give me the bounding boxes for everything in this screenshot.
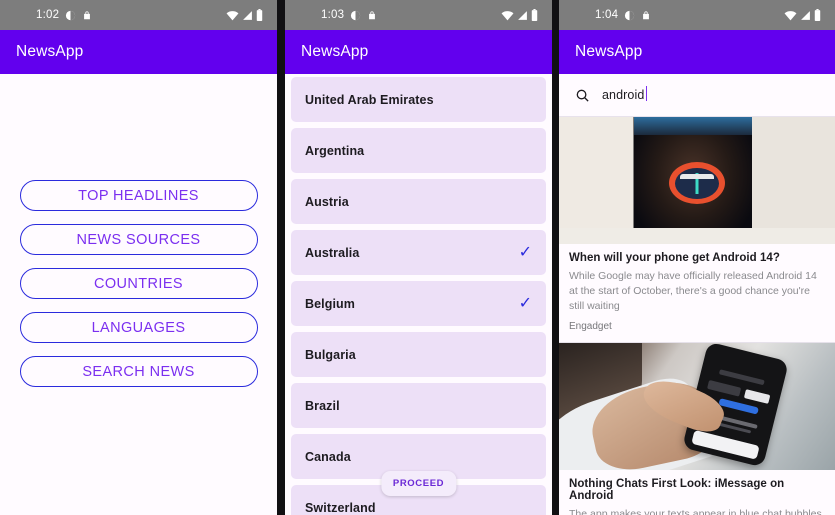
article-description: The app makes your texts appear in blue … <box>569 507 822 515</box>
country-name: Switzerland <box>305 500 376 515</box>
list-item[interactable]: Argentina ✓ <box>291 128 546 173</box>
phone-screen-countries: 1:03 NewsApp United Arab Emirates Argent… <box>285 0 552 515</box>
search-news-button[interactable]: SEARCH NEWS <box>19 356 258 387</box>
country-name: Brazil <box>305 398 340 413</box>
wifi-icon <box>226 10 239 21</box>
clock-icon <box>65 10 76 21</box>
list-item[interactable]: Brazil ✓ <box>291 383 546 428</box>
country-name: United Arab Emirates <box>305 92 434 107</box>
list-item[interactable]: Australia ✓ <box>291 230 546 275</box>
shopping-bag-icon <box>82 10 92 21</box>
battery-icon <box>531 9 538 21</box>
app-bar: NewsApp <box>559 30 835 74</box>
screenshot-root: 1:02 NewsApp TOP HEADLINES NEWS SOURCES … <box>0 0 835 515</box>
clock-icon <box>624 10 635 21</box>
search-results-body: android When will your phone get Android… <box>559 74 835 515</box>
status-bar-right <box>501 9 538 21</box>
article-image <box>559 342 835 470</box>
article-title[interactable]: Nothing Chats First Look: iMessage on An… <box>569 478 825 502</box>
app-bar: NewsApp <box>0 30 277 74</box>
signal-icon <box>242 10 253 21</box>
article-text: Nothing Chats First Look: iMessage on An… <box>559 470 835 515</box>
status-bar-right <box>784 9 821 21</box>
article-title[interactable]: When will your phone get Android 14? <box>569 252 825 264</box>
status-bar-left: 1:02 <box>36 9 92 21</box>
article-text: When will your phone get Android 14? Whi… <box>559 244 835 342</box>
status-bar-left: 1:03 <box>321 9 377 21</box>
list-item[interactable]: Bulgaria ✓ <box>291 332 546 377</box>
countries-button[interactable]: COUNTRIES <box>19 268 258 299</box>
check-icon: ✓ <box>518 243 532 261</box>
search-icon[interactable] <box>575 88 590 103</box>
list-item[interactable]: United Arab Emirates ✓ <box>291 77 546 122</box>
app-title: NewsApp <box>16 43 84 60</box>
wifi-icon <box>501 10 514 21</box>
screen-divider <box>277 0 285 515</box>
status-bar: 1:02 <box>0 0 277 30</box>
battery-icon <box>256 9 263 21</box>
app-title: NewsApp <box>301 43 369 60</box>
status-bar: 1:04 <box>559 0 835 30</box>
status-bar-time: 1:02 <box>36 9 60 21</box>
android-14-badge-icon <box>669 162 725 205</box>
phone-screen-search: 1:04 NewsApp android When will your phon… <box>559 0 835 515</box>
shopping-bag-icon <box>367 10 377 21</box>
article-image <box>559 117 835 244</box>
country-name: Canada <box>305 449 351 464</box>
app-bar: NewsApp <box>285 30 552 74</box>
status-bar-time: 1:04 <box>595 9 619 21</box>
phone-screen-menu: 1:02 NewsApp TOP HEADLINES NEWS SOURCES … <box>0 0 277 515</box>
menu-body: TOP HEADLINES NEWS SOURCES COUNTRIES LAN… <box>0 74 277 515</box>
list-item[interactable]: Austria ✓ <box>291 179 546 224</box>
languages-button[interactable]: LANGUAGES <box>19 312 258 343</box>
country-name: Bulgaria <box>305 347 356 362</box>
top-headlines-button[interactable]: TOP HEADLINES <box>19 180 258 211</box>
status-bar-time: 1:03 <box>321 9 345 21</box>
article-description: While Google may have officially release… <box>569 270 817 312</box>
battery-icon <box>814 9 821 21</box>
article-card[interactable]: When will your phone get Android 14? Whi… <box>559 117 835 342</box>
status-bar-right <box>226 9 263 21</box>
status-bar-left: 1:04 <box>595 9 651 21</box>
proceed-button[interactable]: PROCEED <box>380 471 457 496</box>
list-item[interactable]: Belgium ✓ <box>291 281 546 326</box>
news-sources-button[interactable]: NEWS SOURCES <box>19 224 258 255</box>
search-bar[interactable]: android <box>559 74 835 117</box>
country-name: Argentina <box>305 143 365 158</box>
country-name: Australia <box>305 245 360 260</box>
country-name: Belgium <box>305 296 356 311</box>
country-name: Austria <box>305 194 349 209</box>
search-input[interactable]: android <box>602 86 648 102</box>
article-card[interactable]: Nothing Chats First Look: iMessage on An… <box>559 342 835 515</box>
signal-icon <box>800 10 811 21</box>
status-bar: 1:03 <box>285 0 552 30</box>
signal-icon <box>517 10 528 21</box>
shopping-bag-icon <box>641 10 651 21</box>
article-source: Engadget <box>569 320 612 332</box>
check-icon: ✓ <box>518 294 532 312</box>
app-title: NewsApp <box>575 43 643 60</box>
wifi-icon <box>784 10 797 21</box>
clock-icon <box>350 10 361 21</box>
screen-divider <box>552 0 559 515</box>
country-list[interactable]: United Arab Emirates ✓ Argentina ✓ Austr… <box>285 74 552 515</box>
